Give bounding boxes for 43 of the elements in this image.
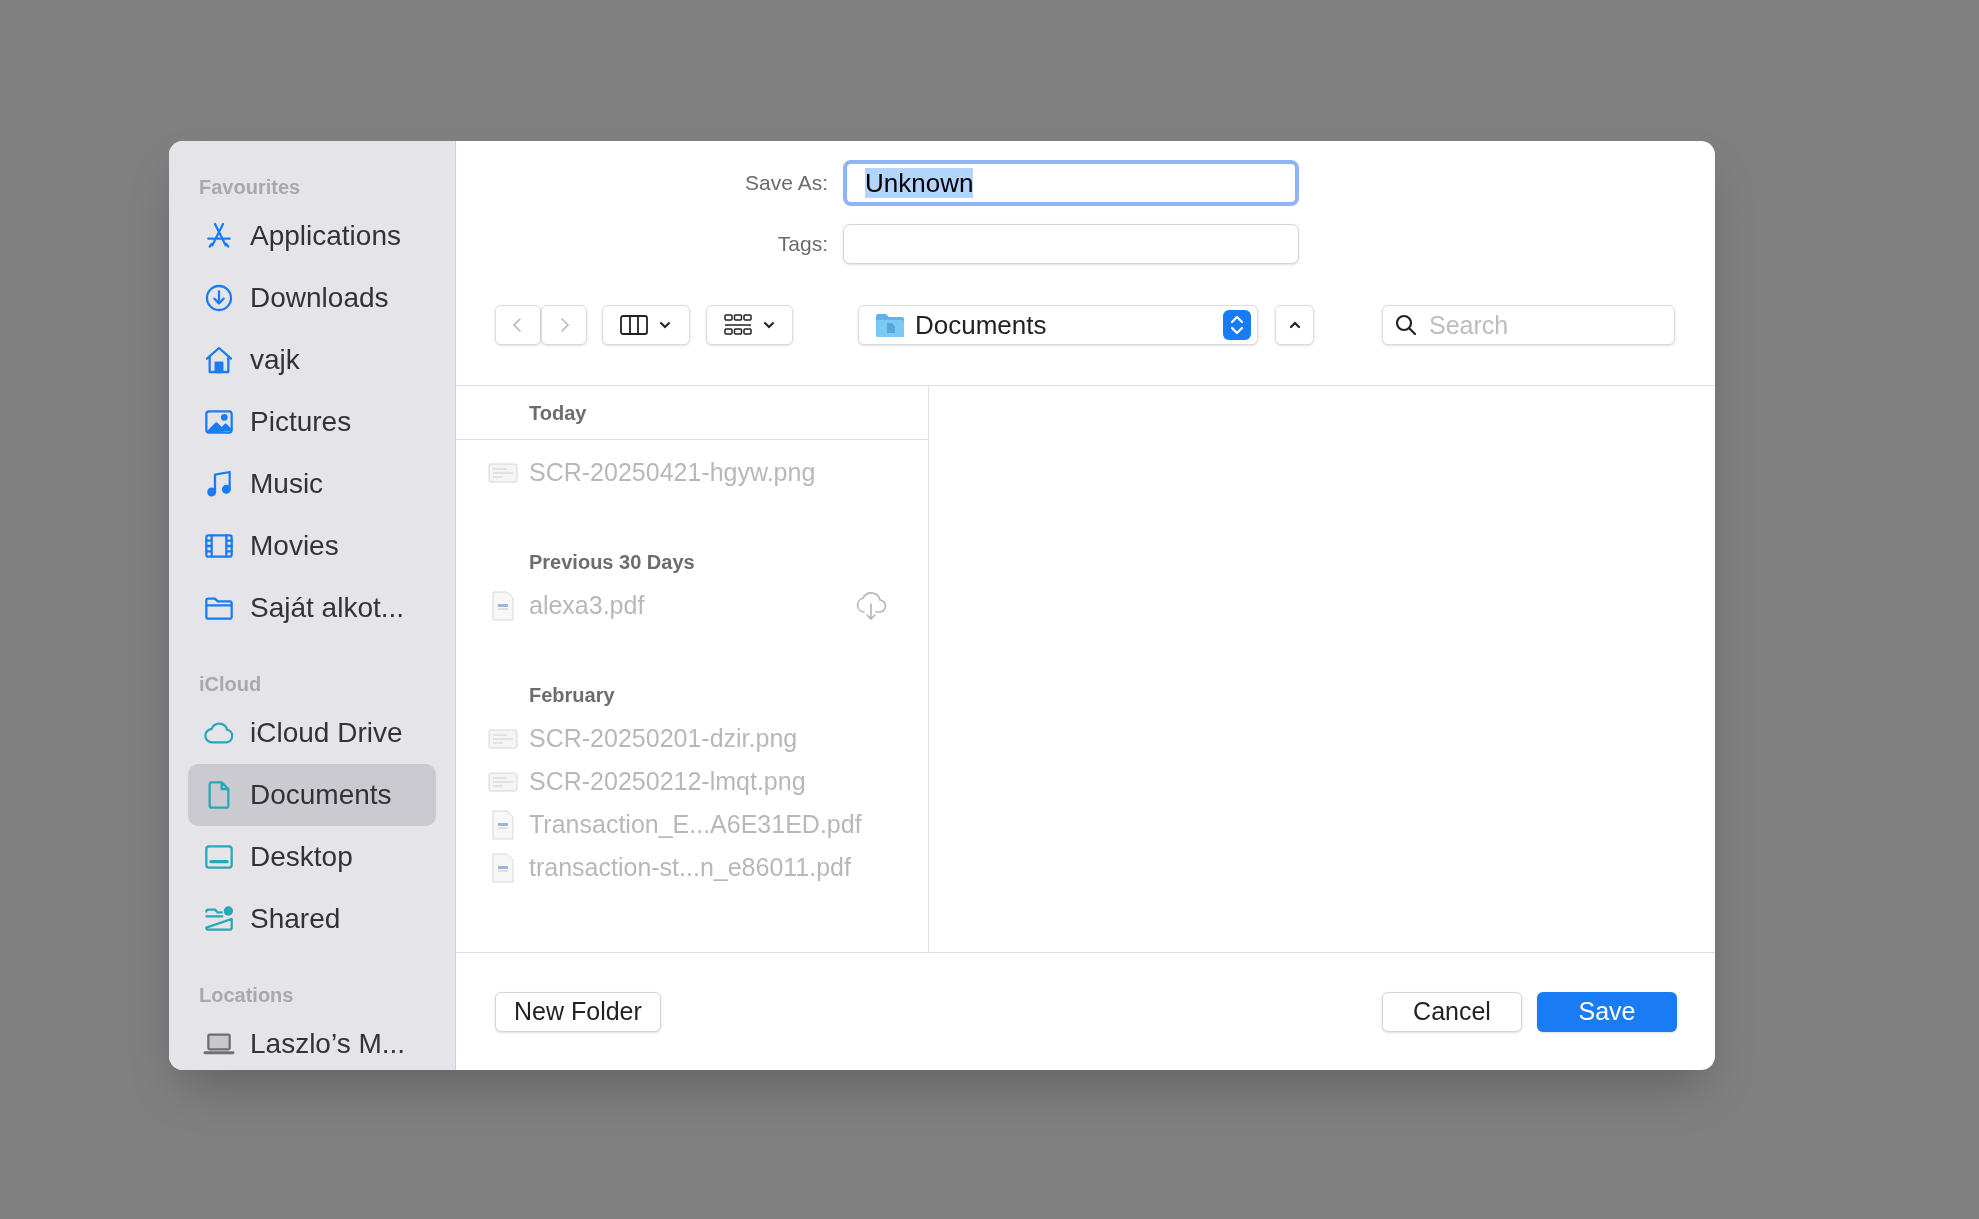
group-button[interactable] bbox=[706, 305, 793, 345]
column-view-button[interactable] bbox=[602, 305, 690, 345]
pdf-document-icon bbox=[491, 809, 515, 840]
sidebar-section-title: iCloud bbox=[198, 672, 263, 696]
save-as-label: Save As: bbox=[744, 170, 829, 197]
sidebar-item[interactable]: Music bbox=[188, 453, 436, 515]
sidebar-item[interactable]: Saját alkot... bbox=[188, 577, 436, 639]
sidebar-item[interactable]: Laszlo’s M... bbox=[188, 1013, 436, 1070]
search-icon bbox=[1394, 313, 1418, 337]
sidebar-section-title: Locations bbox=[198, 983, 295, 1007]
screenshot-thumbnail-icon bbox=[488, 770, 518, 793]
sidebar-item[interactable]: Movies bbox=[188, 515, 436, 577]
group-header: Today bbox=[529, 400, 587, 426]
columns-icon bbox=[620, 314, 648, 336]
sidebar-item[interactable]: vajk bbox=[188, 329, 436, 391]
sidebar-item[interactable]: Documents bbox=[188, 764, 436, 826]
folder-icon bbox=[875, 312, 905, 338]
home-icon bbox=[203, 344, 235, 376]
location-popup[interactable]: Documents bbox=[858, 305, 1258, 345]
screenshot-thumbnail-icon bbox=[488, 727, 518, 750]
save-as-field[interactable]: Unknown bbox=[843, 160, 1299, 206]
group-header: February bbox=[529, 683, 615, 708]
cancel-button[interactable]: Cancel bbox=[1382, 991, 1522, 1032]
collapse-button[interactable] bbox=[1275, 305, 1314, 345]
sidebar-item[interactable]: Pictures bbox=[188, 391, 436, 453]
group-header: Previous 30 Days bbox=[529, 550, 695, 575]
pdf-document-icon bbox=[491, 590, 515, 621]
sidebar-item[interactable]: Shared bbox=[188, 888, 436, 950]
sidebar-item[interactable]: Applications bbox=[188, 205, 436, 267]
grid-icon bbox=[723, 314, 752, 336]
tags-field[interactable] bbox=[843, 224, 1299, 264]
pdf-document-icon bbox=[491, 852, 515, 883]
sidebar-section-title: Favourites bbox=[198, 175, 302, 199]
tags-label: Tags: bbox=[776, 231, 829, 258]
sidebar-item[interactable]: iCloud Drive bbox=[188, 702, 436, 764]
stepper-icon bbox=[1223, 310, 1251, 340]
save-button[interactable]: Save bbox=[1537, 991, 1677, 1032]
sidebar-item[interactable]: Downloads bbox=[188, 267, 436, 329]
screenshot-thumbnail-icon bbox=[488, 461, 518, 484]
search-field[interactable]: Search bbox=[1382, 305, 1675, 345]
new-folder-button[interactable]: New Folder bbox=[495, 991, 661, 1032]
sidebar-item[interactable]: Desktop bbox=[188, 826, 436, 888]
download-icon bbox=[203, 282, 235, 314]
